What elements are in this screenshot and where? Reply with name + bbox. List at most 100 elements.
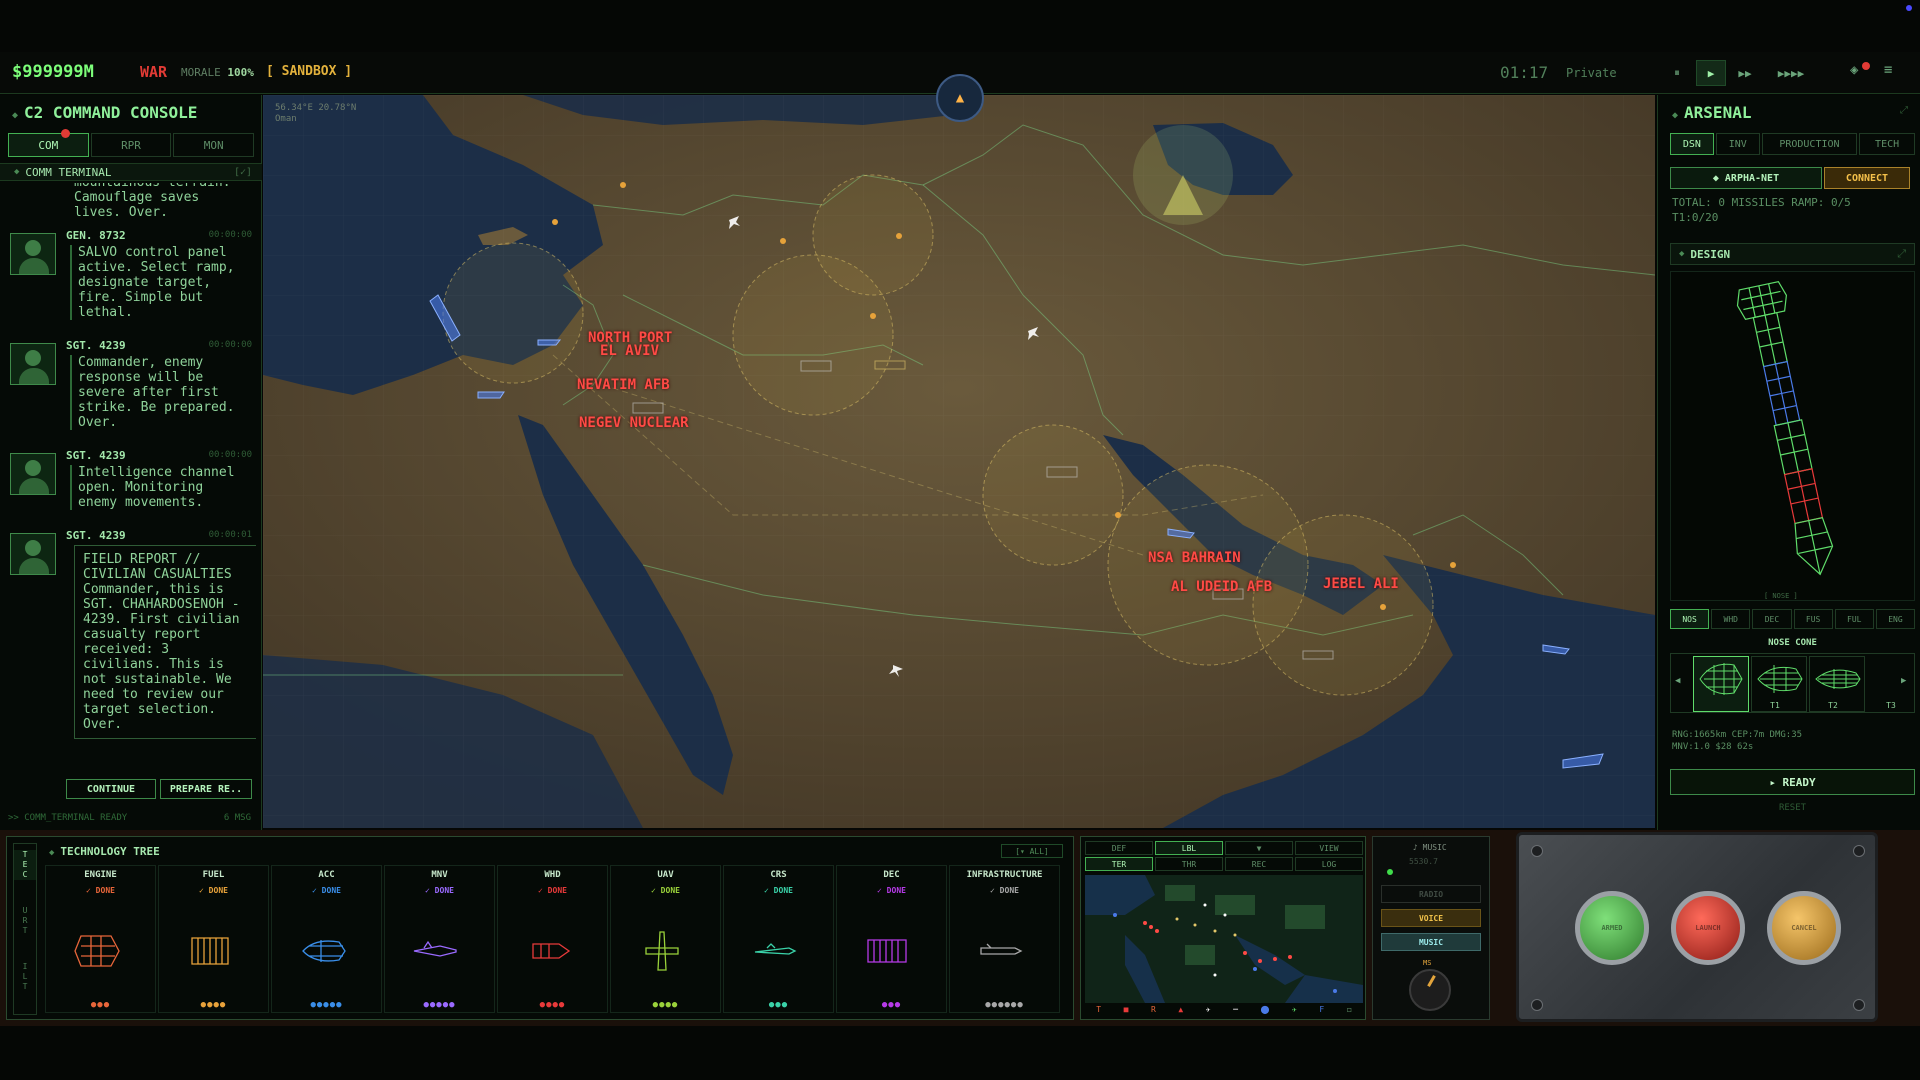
part-tabs: NOS WHD DEC FUS FUL ENG bbox=[1670, 609, 1916, 629]
tab-inv[interactable]: INV bbox=[1715, 133, 1760, 155]
tab-ter[interactable]: TER bbox=[1085, 857, 1153, 871]
nose-cone-card[interactable]: T2 bbox=[1751, 656, 1838, 712]
voice-button[interactable]: VOICE bbox=[1381, 909, 1481, 927]
target-label[interactable]: JEBEL ALI bbox=[1323, 576, 1399, 592]
expand-icon[interactable]: [✓] bbox=[234, 167, 252, 178]
target-label[interactable]: NEGEV NUCLEAR bbox=[579, 415, 689, 431]
tech-column[interactable]: MNV ✓ DONE ●●●●● bbox=[384, 865, 495, 1013]
volume-knob[interactable] bbox=[1409, 969, 1451, 1011]
tech-column[interactable]: INFRASTRUCTURE ✓ DONE ●●●●●● bbox=[949, 865, 1060, 1013]
legend-item[interactable]: T bbox=[1096, 1005, 1101, 1017]
target-label[interactable]: AL UDEID AFB bbox=[1171, 579, 1272, 595]
tab-production[interactable]: PRODUCTION bbox=[1761, 133, 1858, 155]
tab-nos[interactable]: NOS bbox=[1670, 609, 1710, 629]
tech-part-icon bbox=[413, 940, 457, 957]
nose-cone-card[interactable]: T3 bbox=[1809, 656, 1896, 712]
tech-level-dots: ●●●● bbox=[652, 1000, 679, 1010]
chevron-left-icon[interactable]: ◀ bbox=[1675, 676, 1680, 686]
tab-dropdown[interactable]: ▼ bbox=[1225, 841, 1293, 855]
legend-item[interactable]: ■ bbox=[1124, 1005, 1129, 1017]
tech-column[interactable]: FUEL ✓ DONE ●●●● bbox=[158, 865, 269, 1013]
tab-com[interactable]: COM bbox=[8, 129, 89, 157]
filter-all-button[interactable]: [▾ ALL] bbox=[1001, 844, 1063, 858]
side-tab-urt[interactable]: URT bbox=[14, 906, 36, 936]
tab-view[interactable]: VIEW bbox=[1295, 841, 1363, 855]
legend-item[interactable]: F bbox=[1319, 1005, 1324, 1017]
tactical-map[interactable]: 56.34°E 20.78°N Oman NORTH PORT EL AVIV … bbox=[263, 95, 1655, 828]
diamond-icon: ◆ bbox=[14, 167, 20, 177]
tab-eng[interactable]: ENG bbox=[1875, 609, 1916, 629]
nose-cone-icon bbox=[1815, 669, 1861, 689]
play-button[interactable]: ▶ bbox=[1696, 60, 1726, 86]
tab-tech[interactable]: TECH bbox=[1859, 133, 1915, 155]
tab-log[interactable]: LOG bbox=[1295, 857, 1363, 871]
legend-item[interactable]: R bbox=[1151, 1005, 1156, 1017]
design-title: DESIGN bbox=[1690, 247, 1731, 261]
tech-level-dots: ●●●● bbox=[200, 1000, 227, 1010]
cancel-button[interactable]: CANCEL bbox=[1767, 891, 1841, 965]
panel-title: ◆ ARSENAL bbox=[1672, 103, 1752, 122]
arm-button[interactable]: ARMED bbox=[1575, 891, 1649, 965]
legend-item[interactable]: ✈ bbox=[1206, 1005, 1211, 1017]
tech-column[interactable]: CRS ✓ DONE ●●● bbox=[723, 865, 834, 1013]
fastest-speed-button[interactable]: ▶▶▶▶ bbox=[1770, 60, 1812, 86]
alert-icon[interactable]: ◈ bbox=[1850, 62, 1858, 78]
chevron-right-icon[interactable]: ▶ bbox=[1901, 676, 1906, 686]
tech-status: ✓ DONE bbox=[651, 886, 680, 895]
tab-rec[interactable]: REC bbox=[1225, 857, 1293, 871]
target-label[interactable]: EL AVIV bbox=[600, 343, 659, 359]
cursor-coordinates: 56.34°E 20.78°N Oman bbox=[275, 103, 356, 125]
menu-icon[interactable]: ≡ bbox=[1884, 62, 1892, 78]
minimap-view[interactable] bbox=[1085, 875, 1363, 1003]
tab-lbl[interactable]: LBL bbox=[1155, 841, 1223, 855]
nose-cone-card[interactable]: T1 bbox=[1693, 656, 1780, 712]
tab-ful[interactable]: FUL bbox=[1834, 609, 1874, 629]
tech-column[interactable]: UAV ✓ DONE ●●●● bbox=[610, 865, 721, 1013]
reset-button[interactable]: RESET bbox=[1670, 803, 1915, 813]
network-button[interactable]: ◆ ARPHA-NET bbox=[1670, 167, 1822, 189]
part-specs: RNG:1665km CEP:7m DMG:35 MNV:1.0 $28 62s bbox=[1672, 729, 1912, 753]
connect-button[interactable]: CONNECT bbox=[1824, 167, 1910, 189]
player-rank: Private bbox=[1566, 66, 1617, 80]
pause-button[interactable]: ⏸ bbox=[1662, 60, 1692, 86]
tab-rpr[interactable]: RPR bbox=[90, 133, 172, 157]
side-tab-tec[interactable]: TEC bbox=[14, 850, 36, 880]
radio-button[interactable]: RADIO bbox=[1381, 885, 1481, 903]
ready-button[interactable]: ▸ READY bbox=[1670, 769, 1915, 795]
tech-column[interactable]: WHD ✓ DONE ●●●● bbox=[497, 865, 608, 1013]
tech-column[interactable]: ENGINE ✓ DONE ●●● bbox=[45, 865, 156, 1013]
side-tab-ilt[interactable]: ILT bbox=[14, 962, 36, 992]
legend-item[interactable]: ✈ bbox=[1292, 1005, 1297, 1017]
launch-console: ARMED LAUNCH CANCEL bbox=[1516, 832, 1878, 1022]
tech-column[interactable]: DEC ✓ DONE ●●● bbox=[836, 865, 947, 1013]
compass-icon[interactable]: ▲ bbox=[936, 74, 984, 122]
expand-icon[interactable]: ⤢ bbox=[1897, 247, 1906, 261]
missile-wireframe-view[interactable]: [ NOSE ] bbox=[1670, 271, 1915, 601]
legend-item[interactable]: ⬤ bbox=[1261, 1005, 1270, 1017]
tab-dec[interactable]: DEC bbox=[1752, 609, 1792, 629]
legend-item[interactable]: ━ bbox=[1233, 1005, 1238, 1017]
message-time: 00:00:00 bbox=[208, 450, 252, 460]
launch-button[interactable]: LAUNCH bbox=[1671, 891, 1745, 965]
tech-level-dots: ●●●●● bbox=[310, 1000, 343, 1010]
tab-fus[interactable]: FUS bbox=[1793, 609, 1833, 629]
tab-mon[interactable]: MON bbox=[173, 133, 255, 157]
tab-dsn[interactable]: DSN bbox=[1670, 133, 1714, 155]
tab-thr[interactable]: THR bbox=[1155, 857, 1223, 871]
music-button[interactable]: MUSIC bbox=[1381, 933, 1481, 951]
message-list[interactable]: mountainous terrain. Camouflage saves li… bbox=[8, 183, 256, 783]
continue-button[interactable]: CONTINUE bbox=[66, 779, 156, 799]
tech-column[interactable]: ACC ✓ DONE ●●●●● bbox=[271, 865, 382, 1013]
legend-item[interactable]: ▲ bbox=[1178, 1005, 1183, 1017]
tech-level-dots: ●●●●● bbox=[423, 1000, 456, 1010]
side-tab-label: TEC bbox=[22, 850, 28, 879]
tab-def[interactable]: DEF bbox=[1085, 841, 1153, 855]
prepare-report-button[interactable]: PREPARE RE.. bbox=[160, 779, 252, 799]
target-label[interactable]: NEVATIM AFB bbox=[577, 377, 670, 393]
fast-forward-button[interactable]: ▶▶ bbox=[1730, 60, 1760, 86]
target-label[interactable]: NSA BAHRAIN bbox=[1148, 550, 1241, 566]
nose-cone-selector: ◀ T1 T2 T3 ▶ bbox=[1670, 653, 1915, 713]
expand-icon[interactable]: ⤢ bbox=[1900, 105, 1908, 116]
tab-whd[interactable]: WHD bbox=[1711, 609, 1751, 629]
legend-item[interactable]: ◻ bbox=[1347, 1005, 1352, 1017]
